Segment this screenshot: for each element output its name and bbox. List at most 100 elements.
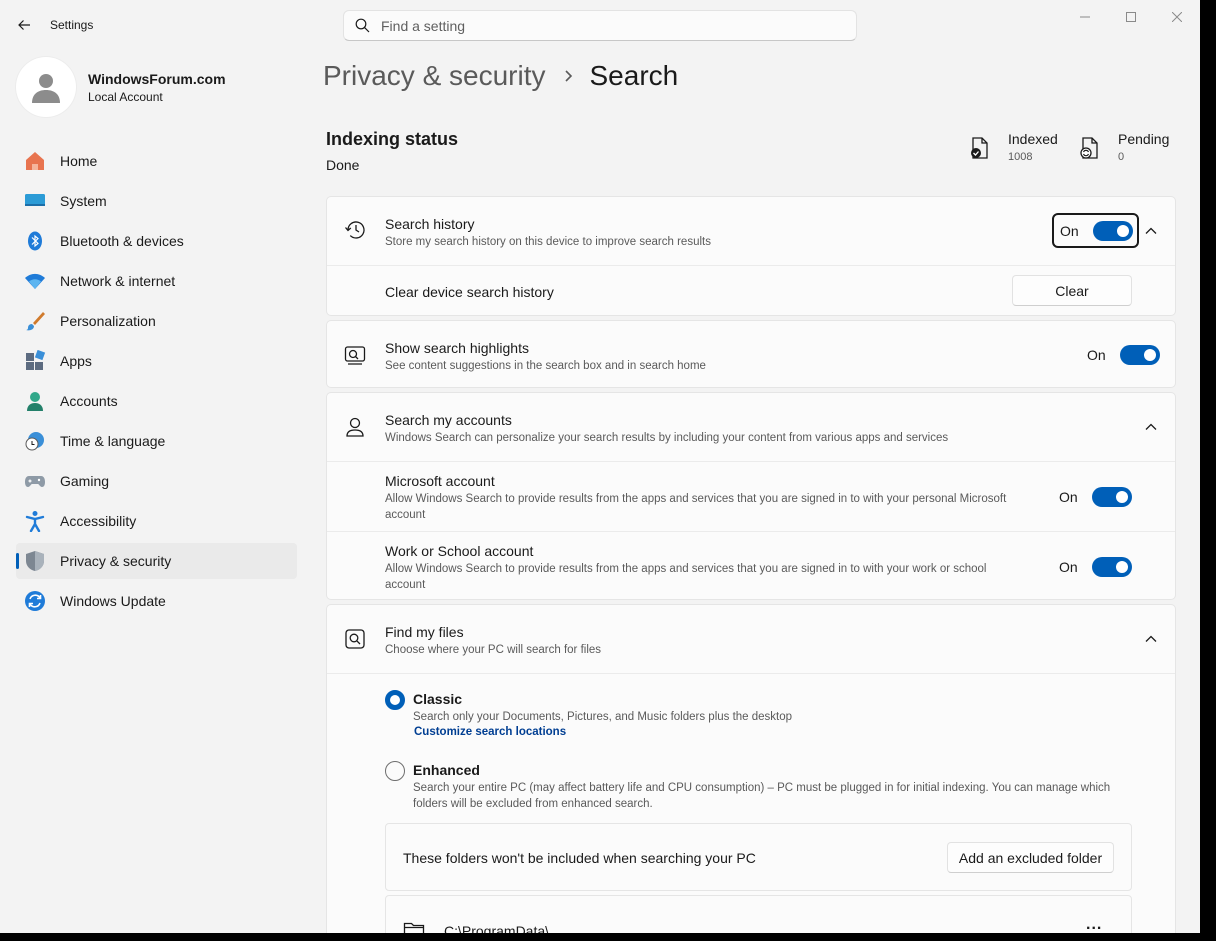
clear-button[interactable]: Clear <box>1012 275 1132 306</box>
back-arrow-icon <box>18 20 30 30</box>
file-search-icon <box>344 628 366 650</box>
toggle-switch[interactable] <box>1119 345 1160 365</box>
sidebar-item-gaming[interactable]: Gaming <box>16 463 297 499</box>
scrollbar[interactable] <box>1184 0 1200 933</box>
excluded-folder-item: C:\ProgramData\ ... <box>385 895 1132 933</box>
enhanced-title: Enhanced <box>413 762 480 778</box>
indexed-file-icon <box>971 137 988 159</box>
microsoft-account-toggle[interactable]: On <box>1059 487 1132 507</box>
bluetooth-icon <box>24 230 46 252</box>
find-files-options: Classic Search only your Documents, Pict… <box>327 673 1175 933</box>
sidebar-item-accounts[interactable]: Accounts <box>16 383 297 419</box>
toggle-switch[interactable] <box>1091 557 1132 577</box>
find-files-description: Choose where your PC will search for fil… <box>385 644 602 656</box>
find-files-row[interactable]: Find my files Choose where your PC will … <box>327 605 1175 673</box>
maximize-icon <box>1126 12 1136 22</box>
find-files-title: Find my files <box>385 624 464 640</box>
classic-description: Search only your Documents, Pictures, an… <box>413 711 793 723</box>
avatar <box>16 57 76 117</box>
search-box[interactable] <box>343 10 857 41</box>
microsoft-account-description: Allow Windows Search to provide results … <box>385 493 1007 521</box>
excluded-folders-label: These folders won't be included when sea… <box>403 850 756 866</box>
search-history-description: Store my search history on this device t… <box>385 236 711 248</box>
pending-stat: Pending 0 <box>1078 131 1169 163</box>
search-accounts-title: Search my accounts <box>385 412 512 428</box>
sidebar-item-bluetooth[interactable]: Bluetooth & devices <box>16 223 297 259</box>
accessibility-icon <box>24 510 46 532</box>
breadcrumb-parent[interactable]: Privacy & security <box>323 60 546 92</box>
sidebar-item-privacy-security[interactable]: Privacy & security <box>16 543 297 579</box>
more-options-icon[interactable]: ... <box>1086 916 1102 933</box>
chevron-right-icon <box>564 69 574 83</box>
pending-count: 0 <box>1118 151 1125 163</box>
globe-clock-icon <box>24 430 46 452</box>
update-icon <box>24 590 46 612</box>
chevron-up-icon[interactable] <box>1143 419 1159 435</box>
breadcrumb: Privacy & security Search <box>323 60 678 92</box>
microsoft-account-row: Microsoft account Allow Windows Search t… <box>327 461 1175 531</box>
sidebar-item-home[interactable]: Home <box>16 143 297 179</box>
title-bar: Settings <box>0 0 1200 50</box>
sidebar-item-personalization[interactable]: Personalization <box>16 303 297 339</box>
clear-history-row: Clear device search history Clear <box>327 265 1175 315</box>
minimize-icon <box>1080 16 1090 18</box>
system-icon <box>24 190 46 212</box>
toggle-switch[interactable] <box>1091 487 1132 507</box>
pending-label: Pending <box>1118 131 1170 147</box>
indexed-stat: Indexed 1008 <box>968 131 1058 163</box>
toggle-switch[interactable] <box>1092 221 1133 241</box>
search-accounts-row[interactable]: Search my accounts Windows Search can pe… <box>327 393 1175 461</box>
apps-icon <box>24 350 46 372</box>
profile[interactable]: WindowsForum.com Local Account <box>16 57 226 117</box>
classic-title: Classic <box>413 691 463 707</box>
find-files-card: Find my files Choose where your PC will … <box>326 604 1176 933</box>
classic-radio[interactable] <box>385 690 405 710</box>
search-history-title: Search history <box>385 216 475 232</box>
sidebar-item-network[interactable]: Network & internet <box>16 263 297 299</box>
window-controls <box>1062 0 1200 36</box>
sidebar-item-windows-update[interactable]: Windows Update <box>16 583 297 619</box>
sidebar-item-time-language[interactable]: Time & language <box>16 423 297 459</box>
page-title: Search <box>589 60 679 91</box>
sidebar-nav: Home System Bluetooth & devices Network … <box>16 143 297 623</box>
work-account-description: Allow Windows Search to provide results … <box>385 563 987 591</box>
search-highlights-row[interactable]: Show search highlights See content sugge… <box>327 321 1175 387</box>
search-highlights-description: See content suggestions in the search bo… <box>385 360 706 372</box>
pending-file-icon <box>1080 137 1098 159</box>
excluded-folders-header: These folders won't be included when sea… <box>385 823 1132 891</box>
search-history-toggle[interactable]: On <box>1060 221 1133 241</box>
work-account-toggle[interactable]: On <box>1059 557 1132 577</box>
maximize-button[interactable] <box>1108 0 1154 34</box>
add-excluded-folder-button[interactable]: Add an excluded folder <box>947 842 1114 873</box>
sidebar-item-accessibility[interactable]: Accessibility <box>16 503 297 539</box>
wifi-icon <box>24 270 46 292</box>
search-history-row[interactable]: Search history Store my search history o… <box>327 197 1175 265</box>
profile-name: WindowsForum.com <box>88 70 226 87</box>
search-input[interactable] <box>381 17 821 34</box>
user-avatar-icon <box>32 74 60 103</box>
app-title: Settings <box>50 18 94 32</box>
indexed-label: Indexed <box>1008 131 1058 147</box>
chevron-up-icon[interactable] <box>1143 223 1159 239</box>
sidebar-item-system[interactable]: System <box>16 183 297 219</box>
customize-search-locations-link[interactable]: Customize search locations <box>414 726 566 738</box>
shield-icon <box>24 550 46 572</box>
gamepad-icon <box>24 470 46 492</box>
enhanced-radio[interactable] <box>385 761 405 781</box>
microsoft-account-toggle-state: On <box>1059 489 1078 505</box>
work-account-row: Work or School account Allow Windows Sea… <box>327 531 1175 599</box>
brush-icon <box>24 310 46 332</box>
search-highlights-title: Show search highlights <box>385 340 529 356</box>
indexing-status-title: Indexing status <box>326 129 459 149</box>
folder-icon <box>403 920 425 933</box>
back-button[interactable] <box>12 13 36 37</box>
settings-window: Settings WindowsForum.com Local Acc <box>0 0 1200 933</box>
chevron-up-icon[interactable] <box>1143 631 1159 647</box>
search-highlights-icon <box>344 344 366 366</box>
search-highlights-toggle[interactable]: On <box>1087 345 1160 365</box>
sidebar-item-apps[interactable]: Apps <box>16 343 297 379</box>
accounts-icon <box>24 390 46 412</box>
close-icon <box>1172 12 1182 22</box>
home-icon <box>24 150 46 172</box>
minimize-button[interactable] <box>1062 0 1108 34</box>
